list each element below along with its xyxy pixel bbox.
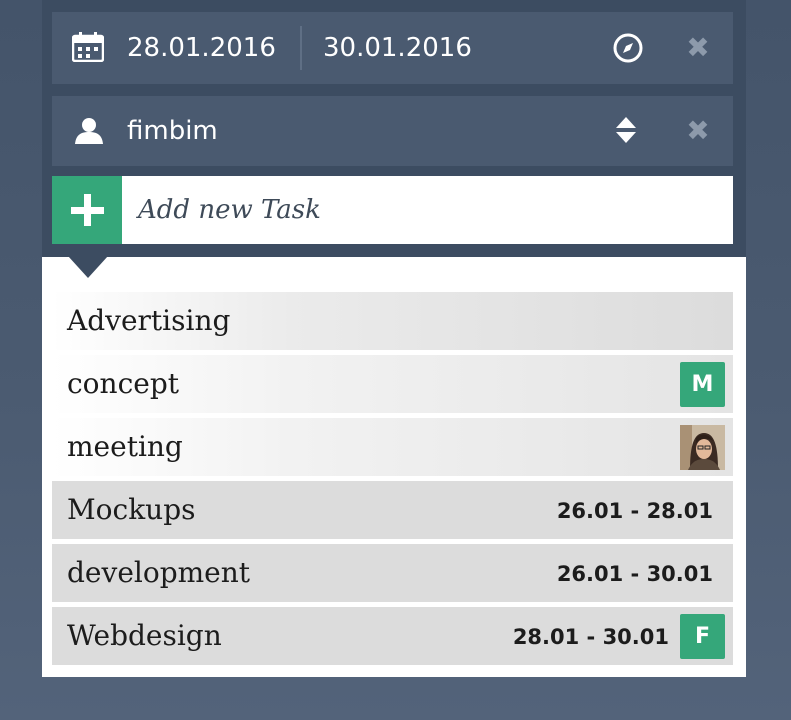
date-to[interactable]: 30.01.2016: [323, 33, 472, 63]
task-list: Advertising concept M meeting Mockups 26…: [42, 257, 746, 677]
date-from[interactable]: 28.01.2016: [127, 33, 276, 63]
task-date-range: 26.01 - 28.01: [556, 499, 713, 523]
add-task-row: Add new Task: [52, 176, 733, 244]
user-name[interactable]: fimbim: [127, 116, 218, 146]
task-label: Mockups: [67, 493, 196, 526]
calendar-icon[interactable]: [71, 32, 105, 66]
task-item-concept[interactable]: concept M: [52, 355, 733, 413]
task-label: meeting: [67, 430, 183, 463]
task-item-development[interactable]: development 26.01 - 30.01: [52, 544, 733, 602]
new-task-input[interactable]: Add new Task: [138, 192, 321, 228]
plus-icon: [71, 194, 104, 226]
task-item-meeting[interactable]: meeting: [52, 418, 733, 476]
compass-icon[interactable]: [612, 32, 644, 68]
assignee-badge: F: [680, 614, 725, 659]
avatar: [680, 425, 725, 470]
user-icon: [74, 116, 104, 148]
sort-icon[interactable]: [615, 116, 637, 148]
task-date-range: 26.01 - 30.01: [556, 562, 713, 586]
task-item-mockups[interactable]: Mockups 26.01 - 28.01: [52, 481, 733, 539]
date-range-filter[interactable]: 28.01.2016 30.01.2016 ✖: [52, 12, 733, 84]
pointer-arrow: [68, 256, 108, 278]
assignee-badge: M: [680, 362, 725, 407]
user-filter[interactable]: fimbim ✖: [52, 96, 733, 166]
clear-date-button[interactable]: ✖: [683, 34, 713, 62]
task-label: development: [67, 556, 251, 589]
task-label: Advertising: [67, 304, 231, 337]
clear-user-button[interactable]: ✖: [683, 117, 713, 145]
task-date-range: 28.01 - 30.01: [512, 625, 669, 649]
date-separator: [300, 26, 302, 70]
task-label: concept: [67, 367, 179, 400]
add-task-button[interactable]: [52, 176, 122, 244]
task-label: Webdesign: [67, 619, 222, 652]
task-item-advertising[interactable]: Advertising: [52, 292, 733, 350]
task-item-webdesign[interactable]: Webdesign 28.01 - 30.01 F: [52, 607, 733, 665]
